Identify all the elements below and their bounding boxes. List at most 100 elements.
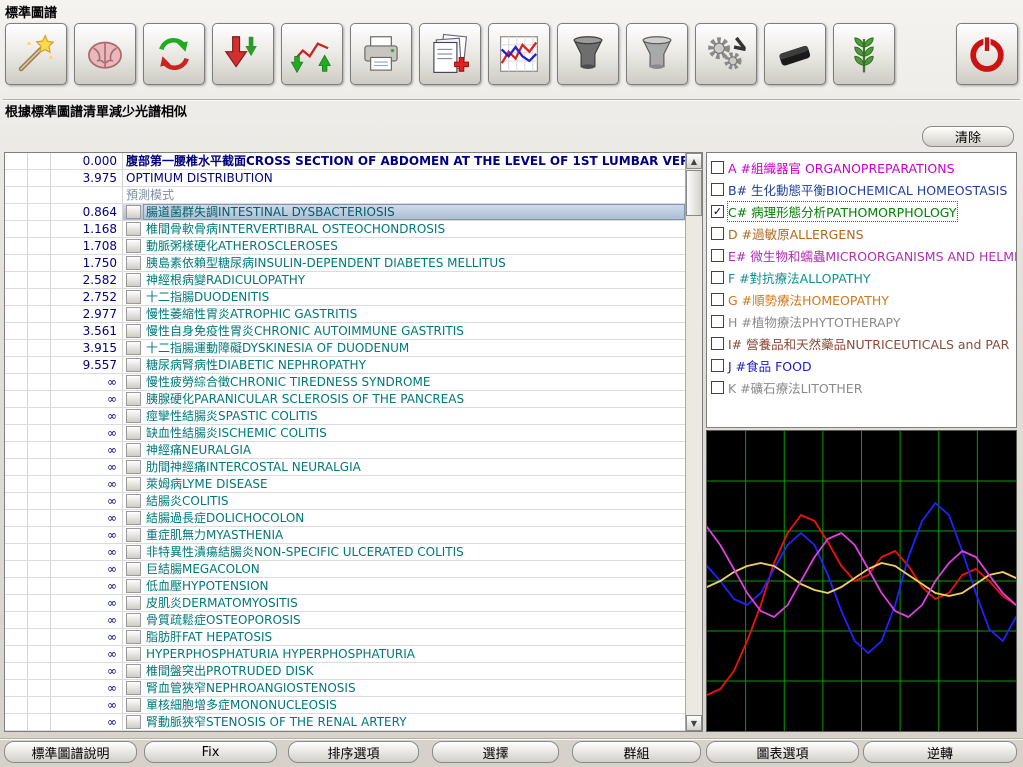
row-box[interactable] [125,715,141,729]
row-flag-cell[interactable] [5,238,28,254]
row-box[interactable] [125,460,141,474]
table-row[interactable]: ∞ 神經痛NEURALGIA [5,442,685,459]
plant-phytotherapy-button[interactable] [833,23,895,85]
row-box[interactable] [125,698,141,712]
row-name[interactable]: 肋間神經痛INTERCOSTAL NEURALGIA [143,459,685,475]
row-flag-cell[interactable] [5,391,28,407]
row-flag-cell[interactable] [5,663,28,679]
table-row[interactable]: ∞ 結腸過長症DOLICHOCOLON [5,510,685,527]
row-box-cell[interactable] [123,714,143,730]
row-name[interactable]: 單核細胞增多症MONONUCLEOSIS [143,697,685,713]
table-row[interactable]: 3.915 十二指腸運動障礙DYSKINESIA OF DUODENUM [5,340,685,357]
row-box[interactable] [125,664,141,678]
row-box-cell[interactable] [123,612,143,628]
row-box-cell[interactable] [123,629,143,645]
row-flag-cell[interactable] [5,714,28,730]
row-name[interactable]: 結腸過長症DOLICHOCOLON [143,510,685,526]
row-mark-cell[interactable] [28,561,51,577]
row-flag-cell[interactable] [5,255,28,271]
row-box-cell[interactable] [123,680,143,696]
row-name[interactable]: 十二指腸DUODENITIS [143,289,685,305]
row-mark-cell[interactable] [28,340,51,356]
row-mark-cell[interactable] [28,510,51,526]
row-mark-cell[interactable] [28,629,51,645]
eraser-button[interactable] [764,23,826,85]
category-item[interactable]: D #過敏原ALLERGENS [707,222,1016,244]
row-mark-cell[interactable] [28,170,51,186]
row-flag-cell[interactable] [5,646,28,662]
row-name[interactable]: 重症肌無力MYASTHENIA [143,527,685,543]
row-box[interactable] [125,477,141,491]
table-row[interactable]: ∞ 腎動脈狹窄STENOSIS OF THE RENAL ARTERY [5,714,685,731]
row-mark-cell[interactable] [28,663,51,679]
row-name[interactable]: 神經根病變RADICULOPATHY [143,272,685,288]
row-box[interactable] [125,256,141,270]
row-box-cell[interactable] [123,595,143,611]
row-name[interactable]: 慢性萎縮性胃炎ATROPHIC GASTRITIS [143,306,685,322]
table-row[interactable]: ∞ 皮肌炎DERMATOMYOSITIS [5,595,685,612]
row-box-cell[interactable] [123,374,143,390]
row-box[interactable] [125,290,141,304]
row-name[interactable]: 腸道菌群失調INTESTINAL DYSBACTERIOSIS [143,204,685,220]
row-flag-cell[interactable] [5,204,28,220]
row-mark-cell[interactable] [28,527,51,543]
row-flag-cell[interactable] [5,459,28,475]
row-box[interactable] [125,579,141,593]
table-scrollbar[interactable]: ▲ ▼ [685,153,702,731]
scroll-thumb[interactable] [686,170,702,216]
category-checkbox[interactable] [711,380,724,394]
table-row[interactable]: ∞ 萊姆病LYME DISEASE [5,476,685,493]
row-name[interactable]: 糖尿病腎病性DIABETIC NEPHROPATHY [143,357,685,373]
row-flag-cell[interactable] [5,170,28,186]
table-row[interactable]: 0.864 腸道菌群失調INTESTINAL DYSBACTERIOSIS [5,204,685,221]
category-checkbox[interactable] [711,226,724,240]
category-item[interactable]: G #順勢療法HOMEOPATHY [707,288,1016,310]
row-box-cell[interactable] [123,323,143,339]
row-mark-cell[interactable] [28,612,51,628]
row-mark-cell[interactable] [28,187,51,203]
row-box-cell[interactable] [123,221,143,237]
clear-button[interactable]: 清除 [922,126,1014,147]
scroll-down-arrow[interactable]: ▼ [686,715,702,731]
table-row[interactable]: ∞ 椎間盤突出PROTRUDED DISK [5,663,685,680]
table-row[interactable]: ∞ 腎血管狹窄NEPHROANGIOSTENOSIS [5,680,685,697]
table-row[interactable]: ∞ 低血壓HYPOTENSION [5,578,685,595]
category-item[interactable]: J #食品 FOOD [707,354,1016,376]
row-mark-cell[interactable] [28,357,51,373]
row-mark-cell[interactable] [28,204,51,220]
row-flag-cell[interactable] [5,612,28,628]
row-name[interactable]: 椎間盤突出PROTRUDED DISK [143,663,685,679]
table-row[interactable]: 1.708 動脈粥樣硬化ATHEROSCLEROSES [5,238,685,255]
row-mark-cell[interactable] [28,425,51,441]
row-flag-cell[interactable] [5,187,28,203]
brain-button[interactable] [74,23,136,85]
row-name[interactable]: 脂肪肝FAT HEPATOSIS [143,629,685,645]
row-flag-cell[interactable] [5,527,28,543]
category-checkbox[interactable]: ✓ [711,204,724,218]
row-box-cell[interactable] [123,510,143,526]
category-item[interactable]: F #對抗療法ALLOPATHY [707,266,1016,288]
category-item[interactable]: B# 生化動態平衡BIOCHEMICAL HOMEOSTASIS [707,178,1016,200]
row-box-cell[interactable] [123,255,143,271]
table-row[interactable]: ∞ HYPERPHOSPHATURIA HYPERPHOSPHATURIA [5,646,685,663]
category-checkbox[interactable] [711,270,724,284]
category-checkbox[interactable] [711,292,724,306]
table-row[interactable]: ∞ 骨質疏鬆症OSTEOPOROSIS [5,612,685,629]
row-flag-cell[interactable] [5,544,28,560]
table-row[interactable]: ∞ 單核細胞增多症MONONUCLEOSIS [5,697,685,714]
row-name[interactable]: 非特異性潰瘍結腸炎NON-SPECIFIC ULCERATED COLITIS [143,544,685,560]
row-box-cell[interactable] [123,697,143,713]
category-checkbox[interactable] [711,182,724,196]
gears-research-button[interactable] [695,23,757,85]
row-mark-cell[interactable] [28,646,51,662]
row-flag-cell[interactable] [5,629,28,645]
category-checkbox[interactable] [711,358,724,372]
row-flag-cell[interactable] [5,578,28,594]
table-row[interactable]: 2.977 慢性萎縮性胃炎ATROPHIC GASTRITIS [5,306,685,323]
row-name[interactable]: 慢性自身免疫性胃炎CHRONIC AUTOIMMUNE GASTRITIS [143,323,685,339]
power-off-button[interactable] [956,23,1018,85]
row-mark-cell[interactable] [28,289,51,305]
row-flag-cell[interactable] [5,595,28,611]
row-box-cell[interactable] [123,340,143,356]
row-box[interactable] [125,375,141,389]
